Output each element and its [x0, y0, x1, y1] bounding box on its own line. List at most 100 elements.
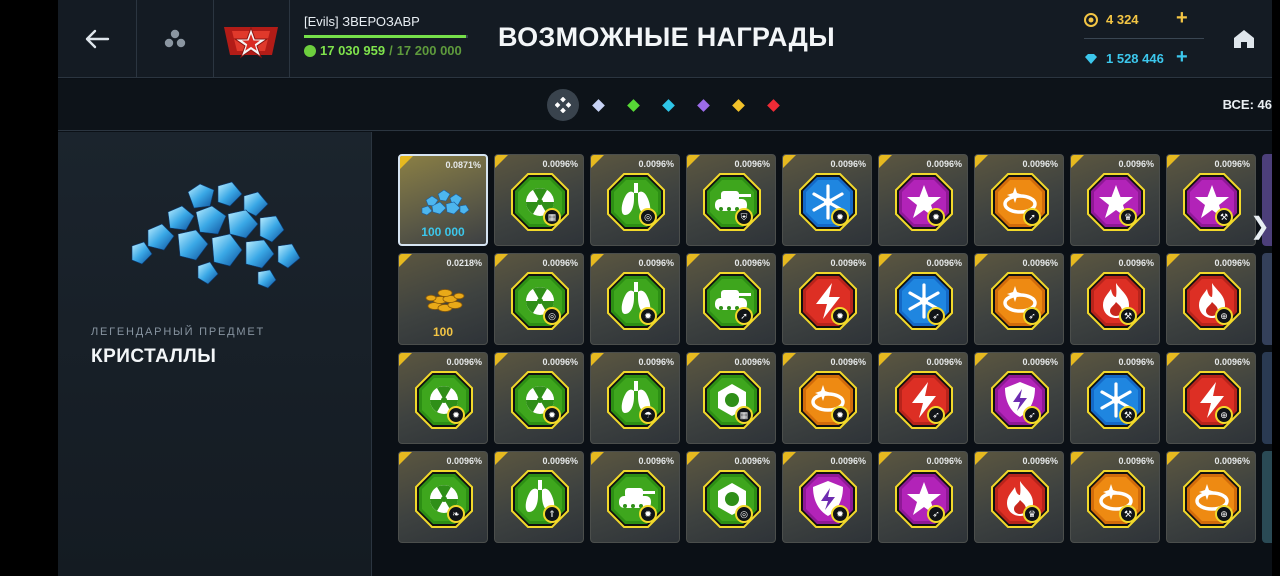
legendary-corner-marker: [783, 155, 796, 168]
reward-tile[interactable]: 0.0096% ⚒: [1166, 154, 1256, 246]
drop-chance: 0.0096%: [1214, 258, 1250, 268]
back-button[interactable]: [58, 0, 136, 78]
star-icon: [1087, 173, 1145, 231]
drop-chance: 0.0096%: [542, 357, 578, 367]
shield-bolt-icon: [991, 371, 1049, 429]
legendary-corner-marker: [1167, 452, 1180, 465]
legendary-corner-marker: [783, 254, 796, 267]
reward-tile[interactable]: 0.0096% ⚒: [1070, 451, 1160, 543]
reward-tile[interactable]: 0.0096% ⚒: [1070, 352, 1160, 444]
rarity-filter-1[interactable]: [582, 89, 614, 121]
reward-tile[interactable]: 0.0096% ✹: [494, 352, 584, 444]
radiation-icon: [415, 371, 473, 429]
reward-tile[interactable]: 0.0096% ➚: [974, 154, 1064, 246]
grid-icon: ▦: [543, 208, 561, 226]
gear-icon: ✹: [831, 505, 849, 523]
next-page-chevron-icon[interactable]: ❯: [1250, 212, 1270, 241]
lungs-icon: [511, 470, 569, 528]
reward-tile[interactable]: 0.0096% ◎: [494, 253, 584, 345]
buy-crystals-button[interactable]: +: [1176, 46, 1188, 69]
crosshair-icon: ⊕: [1215, 505, 1233, 523]
rarity-diamond-icon: [661, 98, 675, 112]
clan-button[interactable]: [137, 0, 213, 78]
reward-tile[interactable]: 0.0096% ✹: [398, 352, 488, 444]
legendary-corner-marker: [879, 254, 892, 267]
legendary-corner-marker: [687, 353, 700, 366]
player-name: [Evils] ЗВЕРОЗАВР: [304, 14, 420, 29]
legendary-corner-marker: [495, 254, 508, 267]
reward-tile[interactable]: 0.0096% ➶: [878, 253, 968, 345]
rarity-filter-3[interactable]: [652, 89, 684, 121]
legendary-corner-marker: [879, 452, 892, 465]
snowflake-icon: [895, 272, 953, 330]
reward-amount: 100 000: [421, 225, 465, 239]
rarity-filter-4[interactable]: [687, 89, 719, 121]
all-rarities-icon: [555, 97, 571, 113]
reward-tile[interactable]: 0.0096% ✹: [782, 253, 872, 345]
radiation-icon: [511, 371, 569, 429]
drop-chance: 0.0096%: [542, 159, 578, 169]
all-items-count: ВСЕ: 46: [1222, 97, 1272, 112]
rarity-diamond-icon: [591, 98, 605, 112]
reward-tile[interactable]: 0.0096% ▦: [686, 352, 776, 444]
legendary-corner-marker: [591, 353, 604, 366]
reward-tile[interactable]: 0.0096% ➚: [686, 253, 776, 345]
legendary-corner-marker: [1071, 155, 1084, 168]
reward-tile[interactable]: 0.0096% ✹: [590, 451, 680, 543]
legendary-corner-marker: [687, 452, 700, 465]
xp-max: 17 200 000: [396, 43, 462, 58]
reward-tile[interactable]: 0.0096% ▦: [494, 154, 584, 246]
radiation-icon: [415, 470, 473, 528]
reward-tile[interactable]: 0.0096% ✹: [782, 154, 872, 246]
filter-all-button[interactable]: [547, 89, 579, 121]
reward-tile[interactable]: 0.0096% ➶: [878, 451, 968, 543]
reward-tile[interactable]: 0.0096% ♛: [974, 451, 1064, 543]
drop-chance: 0.0096%: [542, 258, 578, 268]
rarity-filter-2[interactable]: [617, 89, 649, 121]
reward-tile[interactable]: 0.0096% ⇑: [494, 451, 584, 543]
reward-tile[interactable]: 0.0096% ✹: [782, 451, 872, 543]
reward-tile[interactable]: 0.0096% ⊕: [1166, 451, 1256, 543]
reward-tile-partial[interactable]: [1262, 451, 1272, 543]
reward-tile[interactable]: 0.0096% ⛨: [686, 154, 776, 246]
reward-tile[interactable]: 0.0096% ✹: [590, 253, 680, 345]
reward-tile[interactable]: 0.0096% ⊕: [1166, 352, 1256, 444]
rarity-filter-5[interactable]: [722, 89, 754, 121]
reward-tile[interactable]: 0.0096% ✹: [878, 154, 968, 246]
drop-chance: 0.0096%: [1214, 159, 1250, 169]
xp-readout: 17 030 959 / 17 200 000: [304, 43, 474, 58]
legendary-corner-marker: [1167, 254, 1180, 267]
rank-star-icon: [224, 26, 278, 59]
legendary-corner-marker: [399, 452, 412, 465]
screen-edge-right: [1272, 0, 1280, 576]
reward-tile-partial[interactable]: [1262, 253, 1272, 345]
rarity-filter-6[interactable]: [757, 89, 789, 121]
tank-icon: [703, 272, 761, 330]
nut-icon: [703, 371, 761, 429]
reward-tile[interactable]: 0.0096% ◎: [686, 451, 776, 543]
reward-tile[interactable]: 0.0096% ✹: [782, 352, 872, 444]
reward-tile[interactable]: 0.0096% ⚒: [1070, 253, 1160, 345]
reward-tile[interactable]: 0.0096% ⊕: [1166, 253, 1256, 345]
reward-tile[interactable]: 0.0871% 100 000: [398, 154, 488, 246]
crystals-icon: [421, 189, 470, 216]
gear-icon: ✹: [543, 406, 561, 424]
reward-tile[interactable]: 0.0096% ♛: [1070, 154, 1160, 246]
reward-tile[interactable]: 0.0096% ➶: [974, 352, 1064, 444]
reward-tile[interactable]: 0.0096% ➶: [974, 253, 1064, 345]
reward-tile[interactable]: 0.0096% ➶: [878, 352, 968, 444]
reward-tile[interactable]: 0.0096% ❧: [398, 451, 488, 543]
drop-chance: 0.0096%: [1118, 258, 1154, 268]
reward-tile[interactable]: 0.0218% 100: [398, 253, 488, 345]
home-button[interactable]: [1216, 0, 1272, 78]
grid-icon: ▦: [735, 406, 753, 424]
drop-chance: 0.0096%: [446, 357, 482, 367]
buy-coins-button[interactable]: +: [1176, 7, 1188, 30]
rank-badge-button[interactable]: [214, 0, 288, 78]
shield-bolt-icon: [799, 470, 857, 528]
item-name: КРИСТАЛЛЫ: [91, 346, 217, 367]
reward-tile[interactable]: 0.0096% ◎: [590, 154, 680, 246]
reward-tile[interactable]: 0.0096% ☂: [590, 352, 680, 444]
reward-tile-partial[interactable]: [1262, 352, 1272, 444]
gear-icon: ✹: [927, 208, 945, 226]
